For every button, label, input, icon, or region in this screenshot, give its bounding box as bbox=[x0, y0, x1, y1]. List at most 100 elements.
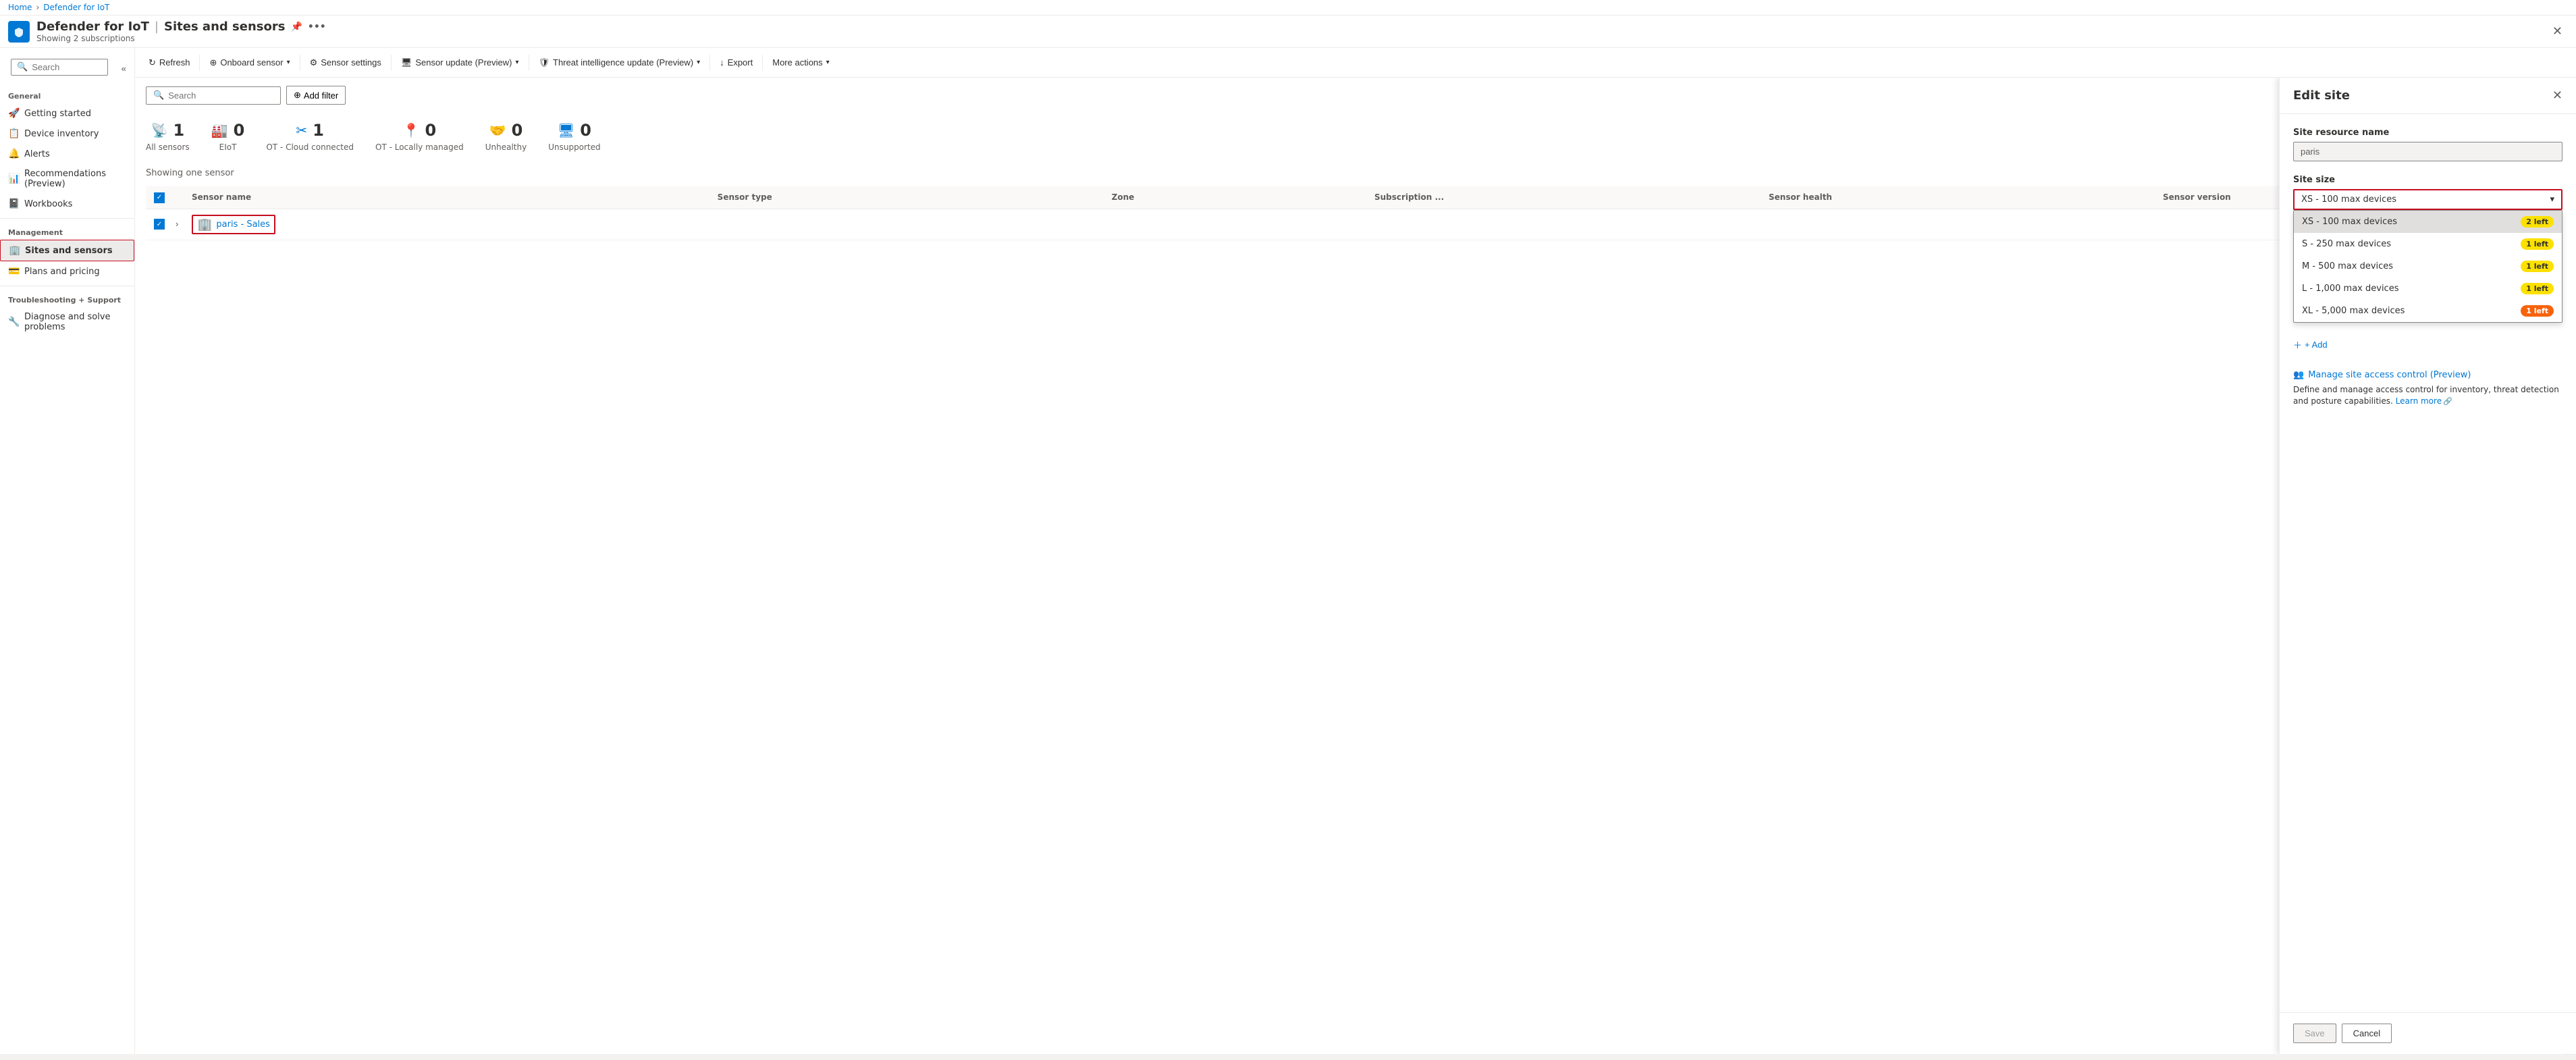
stat-all-sensors[interactable]: 📡 1 All sensors bbox=[146, 121, 190, 152]
learn-more-link[interactable]: Learn more 🔗 bbox=[2396, 396, 2452, 407]
dropdown-option-xl[interactable]: XL - 5,000 max devices 1 left bbox=[2294, 300, 2562, 322]
threat-intelligence-button[interactable]: 🛡 Threat intelligence update (Preview) ▾ bbox=[533, 53, 706, 72]
all-sensors-count: 1 bbox=[173, 121, 184, 140]
unhealthy-icon: 🤝 bbox=[489, 122, 506, 138]
workbooks-icon: 📓 bbox=[8, 198, 19, 209]
panel-footer: Save Cancel bbox=[2280, 1012, 2576, 1054]
select-all-checkbox[interactable]: ✓ bbox=[154, 192, 165, 203]
ot-local-count: 0 bbox=[425, 121, 436, 140]
sidebar-collapse-button[interactable]: « bbox=[119, 61, 129, 76]
table-row[interactable]: ✓ › 🏢 paris - Sales bbox=[146, 209, 2565, 240]
threat-chevron-icon: ▾ bbox=[697, 59, 700, 66]
elot-count: 0 bbox=[234, 121, 245, 140]
dropdown-option-xs[interactable]: XS - 100 max devices 2 left bbox=[2294, 211, 2562, 233]
sidebar-item-diagnose[interactable]: 🔧 Diagnose and solve problems bbox=[0, 307, 134, 337]
dropdown-option-s[interactable]: S - 250 max devices 1 left bbox=[2294, 233, 2562, 255]
sidebar-item-recommendations[interactable]: 📊 Recommendations (Preview) bbox=[0, 164, 134, 194]
sidebar-item-getting-started[interactable]: 🚀 Getting started bbox=[0, 103, 134, 124]
stats-row: 📡 1 All sensors 🏭 0 EIoT bbox=[146, 115, 2565, 157]
recommendations-icon: 📊 bbox=[8, 174, 19, 184]
export-icon: ↓ bbox=[720, 57, 724, 68]
sidebar-item-label: Device inventory bbox=[24, 129, 99, 139]
showing-text: Showing one sensor bbox=[146, 168, 2565, 178]
option-xs-label: XS - 100 max devices bbox=[2302, 217, 2397, 227]
pin-icon[interactable]: 📌 bbox=[290, 22, 302, 32]
stat-elot[interactable]: 🏭 0 EIoT bbox=[211, 121, 245, 152]
sensor-settings-button[interactable]: ⚙ Sensor settings bbox=[304, 53, 387, 72]
sidebar-search-container: 🔍 bbox=[11, 59, 108, 76]
sites-sensors-icon: 🏢 bbox=[9, 245, 20, 256]
col-header-zone: Zone bbox=[1112, 192, 1374, 202]
unhealthy-label: Unhealthy bbox=[485, 142, 527, 152]
breadcrumb-home[interactable]: Home bbox=[8, 3, 32, 12]
sensor-name-link[interactable]: paris - Sales bbox=[216, 219, 270, 230]
app-icon bbox=[8, 21, 30, 43]
export-button[interactable]: ↓ Export bbox=[714, 53, 758, 72]
add-filter-button[interactable]: ⊕ Add filter bbox=[286, 86, 346, 105]
stat-unhealthy[interactable]: 🤝 0 Unhealthy bbox=[485, 121, 527, 152]
dropdown-chevron-icon: ▾ bbox=[2550, 194, 2554, 205]
col-header-sensor-type: Sensor type bbox=[718, 192, 1112, 202]
option-xl-label: XL - 5,000 max devices bbox=[2302, 306, 2405, 316]
row-expand-button[interactable]: › bbox=[176, 219, 178, 229]
ot-local-icon: 📍 bbox=[403, 122, 420, 138]
more-actions-button[interactable]: More actions ▾ bbox=[767, 53, 834, 72]
sidebar-item-plans-pricing[interactable]: 💳 Plans and pricing bbox=[0, 261, 134, 282]
more-actions-chevron-icon: ▾ bbox=[826, 59, 830, 66]
dropdown-option-l[interactable]: L - 1,000 max devices 1 left bbox=[2294, 277, 2562, 300]
app-title: Defender for IoT bbox=[36, 20, 149, 34]
row-checkbox[interactable]: ✓ bbox=[154, 219, 165, 230]
access-control-desc: Define and manage access control for inv… bbox=[2293, 384, 2562, 407]
dropdown-option-m[interactable]: M - 500 max devices 1 left bbox=[2294, 255, 2562, 277]
panel-close-button[interactable]: ✕ bbox=[2552, 88, 2562, 103]
diagnose-icon: 🔧 bbox=[8, 317, 19, 327]
all-sensors-label: All sensors bbox=[146, 142, 190, 152]
sidebar-search-input[interactable] bbox=[32, 62, 101, 72]
sensor-row-icon: 🏢 bbox=[197, 217, 212, 232]
stat-unsupported[interactable]: 🖥 0 Unsupported bbox=[548, 121, 600, 152]
threat-intelligence-icon: 🛡 bbox=[539, 57, 550, 68]
access-control-link[interactable]: 👥 Manage site access control (Preview) bbox=[2293, 370, 2562, 380]
option-m-badge: 1 left bbox=[2521, 261, 2554, 272]
refresh-button[interactable]: ↻ Refresh bbox=[143, 53, 195, 72]
sidebar-item-label: Plans and pricing bbox=[24, 267, 100, 277]
sidebar-item-label: Recommendations (Preview) bbox=[24, 169, 126, 189]
sidebar-item-sites-and-sensors[interactable]: 🏢 Sites and sensors bbox=[0, 240, 134, 261]
sensor-settings-icon: ⚙ bbox=[310, 57, 318, 68]
toolbar-divider-6 bbox=[762, 55, 763, 71]
sidebar-item-device-inventory[interactable]: 📋 Device inventory bbox=[0, 124, 134, 144]
stat-ot-cloud[interactable]: ✂ 1 OT - Cloud connected bbox=[266, 121, 354, 152]
sensor-name-cell[interactable]: 🏢 paris - Sales bbox=[192, 215, 275, 234]
toolbar: ↻ Refresh ⊕ Onboard sensor ▾ ⚙ Sensor se… bbox=[135, 48, 2576, 78]
page-subtitle: Showing 2 subscriptions bbox=[36, 34, 2547, 43]
ot-cloud-label: OT - Cloud connected bbox=[266, 142, 354, 152]
option-m-label: M - 500 max devices bbox=[2302, 261, 2393, 271]
option-xl-badge: 1 left bbox=[2521, 305, 2554, 317]
breadcrumb-current[interactable]: Defender for IoT bbox=[43, 3, 109, 12]
management-section-label: Management bbox=[0, 223, 134, 240]
sidebar-item-label: Alerts bbox=[24, 149, 50, 159]
content-search-input[interactable] bbox=[168, 90, 273, 101]
sensor-update-button[interactable]: 🖥 Sensor update (Preview) ▾ bbox=[396, 53, 525, 72]
site-resource-name-label: Site resource name bbox=[2293, 128, 2562, 138]
save-button[interactable]: Save bbox=[2293, 1024, 2336, 1043]
site-size-dropdown[interactable]: XS - 100 max devices ▾ bbox=[2293, 189, 2562, 210]
all-sensors-icon: 📡 bbox=[151, 122, 168, 138]
site-resource-name-input[interactable] bbox=[2293, 142, 2562, 161]
sidebar-item-workbooks[interactable]: 📓 Workbooks bbox=[0, 194, 134, 214]
more-options-icon[interactable]: ••• bbox=[308, 22, 326, 32]
unsupported-icon: 🖥 bbox=[558, 122, 574, 138]
ot-cloud-count: 1 bbox=[313, 121, 324, 140]
add-button[interactable]: ＋ + Add bbox=[2293, 336, 2328, 354]
window-close-button[interactable]: ✕ bbox=[2547, 19, 2568, 44]
elot-icon: 🏭 bbox=[211, 122, 228, 138]
stat-ot-local[interactable]: 📍 0 OT - Locally managed bbox=[375, 121, 464, 152]
cancel-button[interactable]: Cancel bbox=[2342, 1024, 2392, 1043]
ot-cloud-icon: ✂ bbox=[296, 122, 307, 138]
option-s-badge: 1 left bbox=[2521, 238, 2554, 250]
device-inventory-icon: 📋 bbox=[8, 128, 19, 139]
sidebar-item-alerts[interactable]: 🔔 Alerts bbox=[0, 144, 134, 164]
ot-local-label: OT - Locally managed bbox=[375, 142, 464, 152]
add-icon: ＋ bbox=[2293, 338, 2302, 351]
onboard-sensor-button[interactable]: ⊕ Onboard sensor ▾ bbox=[204, 53, 295, 72]
